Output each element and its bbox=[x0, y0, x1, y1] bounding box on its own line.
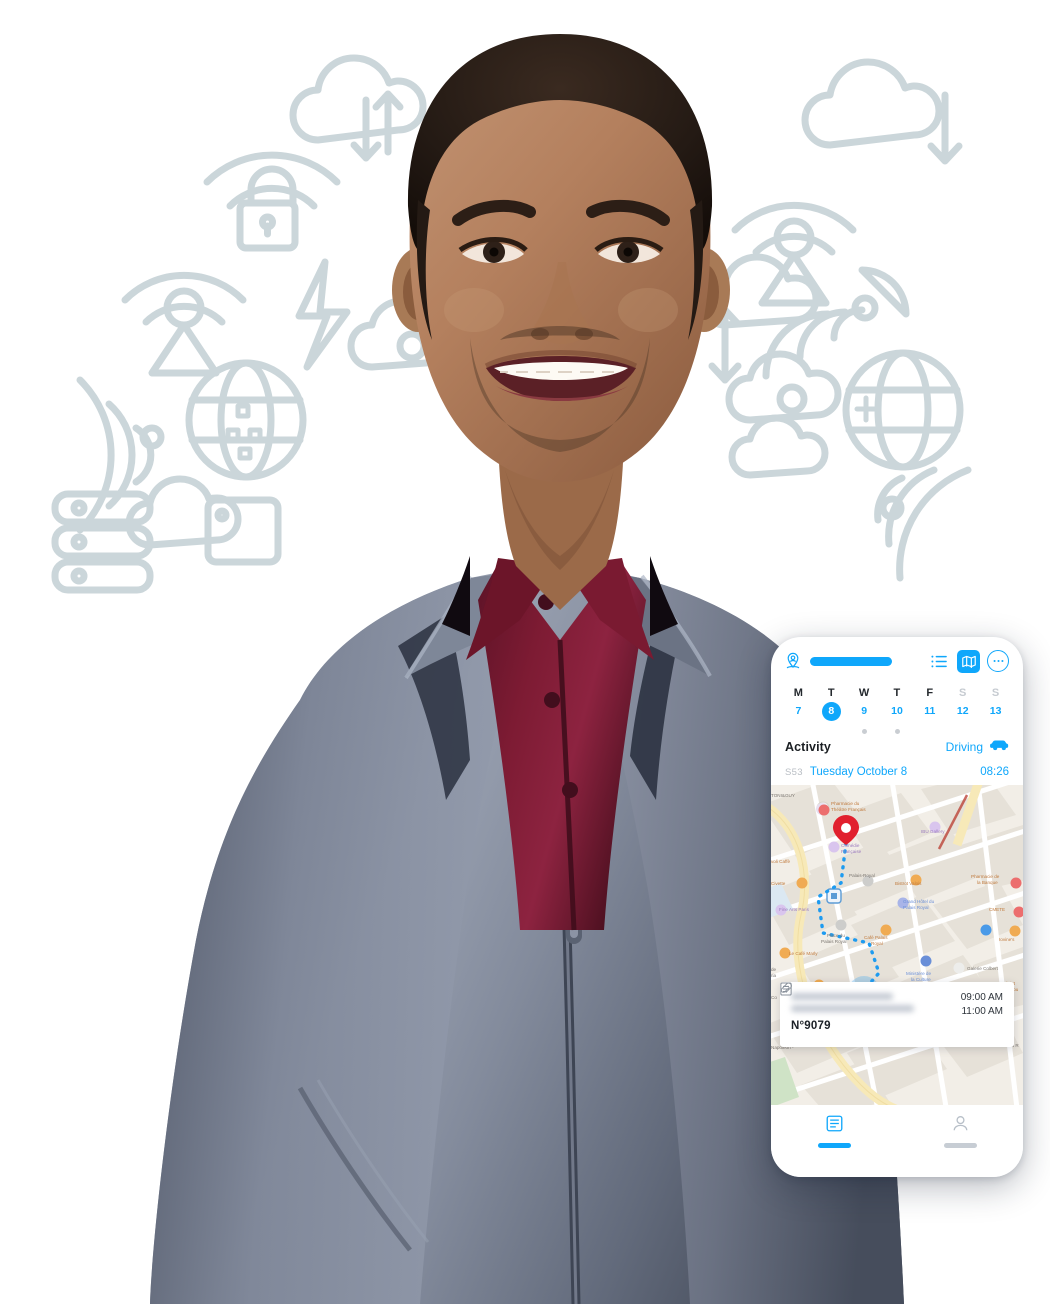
calendar-day-dot bbox=[848, 721, 881, 734]
calendar-day-5[interactable]: S 12 bbox=[946, 685, 979, 730]
session-row[interactable]: S53 Tuesday October 8 08:26 bbox=[771, 762, 1023, 785]
calendar-day-number[interactable]: 9 bbox=[848, 701, 881, 721]
calendar-dow-label: T bbox=[893, 687, 901, 699]
svg-text:Pharmacie de: Pharmacie de bbox=[971, 874, 1000, 879]
calendar-dow-label: T bbox=[827, 687, 835, 699]
session-id: S53 bbox=[785, 767, 803, 778]
bottom-navigation bbox=[771, 1105, 1023, 1177]
calendar-day-3[interactable]: T 10 bbox=[881, 685, 914, 734]
svg-text:Palais Royal: Palais Royal bbox=[903, 905, 929, 910]
calendar-day-2[interactable]: W 9 bbox=[848, 685, 881, 734]
svg-text:CMETE: CMETE bbox=[989, 907, 1005, 912]
app-top-bar bbox=[771, 637, 1023, 679]
profile-icon bbox=[952, 1115, 969, 1137]
activity-mode-label[interactable]: Driving bbox=[946, 740, 983, 754]
calendar-day-1[interactable]: T 8 bbox=[815, 685, 848, 730]
appointment-times: 09:00 AM 11:00 AM bbox=[953, 991, 1003, 1019]
svg-text:Comédie: Comédie bbox=[841, 843, 860, 848]
week-calendar-strip[interactable]: M 7 T 8 W 9 T 10 F 11 S 12 S 13 bbox=[771, 679, 1023, 734]
nav-active-indicator bbox=[817, 1143, 851, 1148]
calendar-day-dot bbox=[782, 721, 815, 730]
session-time: 08:26 bbox=[980, 766, 1009, 778]
svg-text:voli Caffè: voli Caffè bbox=[771, 859, 791, 864]
calendar-day-dot bbox=[979, 721, 1012, 730]
calendar-day-number[interactable]: 7 bbox=[782, 701, 815, 721]
more-options-button[interactable] bbox=[987, 650, 1009, 672]
svg-text:Grand Hôtel du: Grand Hôtel du bbox=[903, 899, 935, 904]
appointment-reference: N°9079 bbox=[791, 1020, 831, 1032]
calendar-day-number[interactable]: 11 bbox=[913, 701, 946, 721]
calendar-day-number[interactable]: 10 bbox=[881, 701, 914, 721]
calendar-dow-label: F bbox=[926, 687, 934, 699]
car-icon bbox=[990, 738, 1009, 756]
hero-canvas: M 7 T 8 W 9 T 10 F 11 S 12 S 13 Activity… bbox=[0, 0, 1050, 1304]
nav-tasks-tab[interactable] bbox=[771, 1115, 897, 1148]
svg-text:Co: Co bbox=[771, 995, 777, 1000]
svg-text:Palais Royal: Palais Royal bbox=[821, 939, 847, 944]
svg-text:Civette: Civette bbox=[771, 881, 786, 886]
route-map[interactable]: TONI&GUY Pharmacie du Théâtre Français I… bbox=[771, 785, 1023, 1115]
svg-text:Pharmacie du: Pharmacie du bbox=[831, 801, 860, 806]
activity-title: Activity bbox=[785, 740, 831, 754]
svg-text:TONI&GUY: TONI&GUY bbox=[771, 793, 795, 798]
calendar-dow-label: S bbox=[991, 687, 1000, 699]
calendar-day-number[interactable]: 13 bbox=[979, 701, 1012, 721]
tasks-icon bbox=[826, 1115, 843, 1137]
appointment-detail-card[interactable]: 09:00 AM 11:00 AM N°9079 bbox=[780, 982, 1014, 1047]
svg-text:Ministère de: Ministère de bbox=[906, 971, 931, 976]
svg-text:Fine Arts Paris: Fine Arts Paris bbox=[779, 907, 810, 912]
activity-header: Activity Driving bbox=[771, 730, 1023, 762]
calendar-day-number-selected[interactable]: 8 bbox=[815, 701, 848, 721]
calendar-day-0[interactable]: M 7 bbox=[782, 685, 815, 730]
calendar-day-4[interactable]: F 11 bbox=[913, 685, 946, 730]
list-view-button[interactable] bbox=[928, 650, 950, 672]
calendar-day-dot bbox=[881, 721, 914, 734]
svg-text:Royal: Royal bbox=[871, 941, 883, 946]
map-pin-person-icon[interactable] bbox=[785, 652, 801, 670]
calendar-day-dot bbox=[815, 721, 848, 730]
svg-text:Palais-Royal: Palais-Royal bbox=[849, 873, 875, 878]
calendar-day-dot bbox=[946, 721, 979, 730]
calendar-dow-label: M bbox=[793, 687, 804, 699]
svg-text:Le Café Marly: Le Café Marly bbox=[789, 951, 818, 956]
nav-inactive-indicator bbox=[943, 1143, 977, 1148]
appointment-end-time: 11:00 AM bbox=[961, 1006, 1003, 1017]
svg-text:ria: ria bbox=[771, 973, 777, 978]
svg-text:Café Palais: Café Palais bbox=[864, 935, 888, 940]
calendar-dow-label: S bbox=[958, 687, 967, 699]
calendar-dow-label: W bbox=[858, 687, 870, 699]
appointment-start-time: 09:00 AM bbox=[960, 992, 1003, 1003]
svg-text:IBU Gallery: IBU Gallery bbox=[921, 829, 945, 834]
svg-text:Bistrot Valois: Bistrot Valois bbox=[895, 881, 922, 886]
map-view-button[interactable] bbox=[957, 649, 980, 673]
redacted-title-bar bbox=[810, 656, 892, 666]
svg-text:Iovine's: Iovine's bbox=[999, 937, 1015, 942]
mobile-app-mockup: M 7 T 8 W 9 T 10 F 11 S 12 S 13 Activity… bbox=[771, 637, 1023, 1177]
calendar-day-dot bbox=[913, 721, 946, 730]
svg-text:Place du: Place du bbox=[827, 933, 845, 938]
calendar-day-number[interactable]: 12 bbox=[946, 701, 979, 721]
svg-text:de: de bbox=[771, 967, 777, 972]
redacted-customer-name bbox=[791, 991, 953, 1019]
svg-text:Théâtre Français: Théâtre Français bbox=[831, 807, 866, 812]
calendar-day-6[interactable]: S 13 bbox=[979, 685, 1012, 730]
svg-text:la Banque: la Banque bbox=[977, 880, 998, 885]
session-date: Tuesday October 8 bbox=[809, 766, 908, 778]
nav-profile-tab[interactable] bbox=[897, 1115, 1023, 1148]
svg-text:Galerie Colbert: Galerie Colbert bbox=[967, 966, 999, 971]
svg-text:Française: Française bbox=[841, 849, 862, 854]
